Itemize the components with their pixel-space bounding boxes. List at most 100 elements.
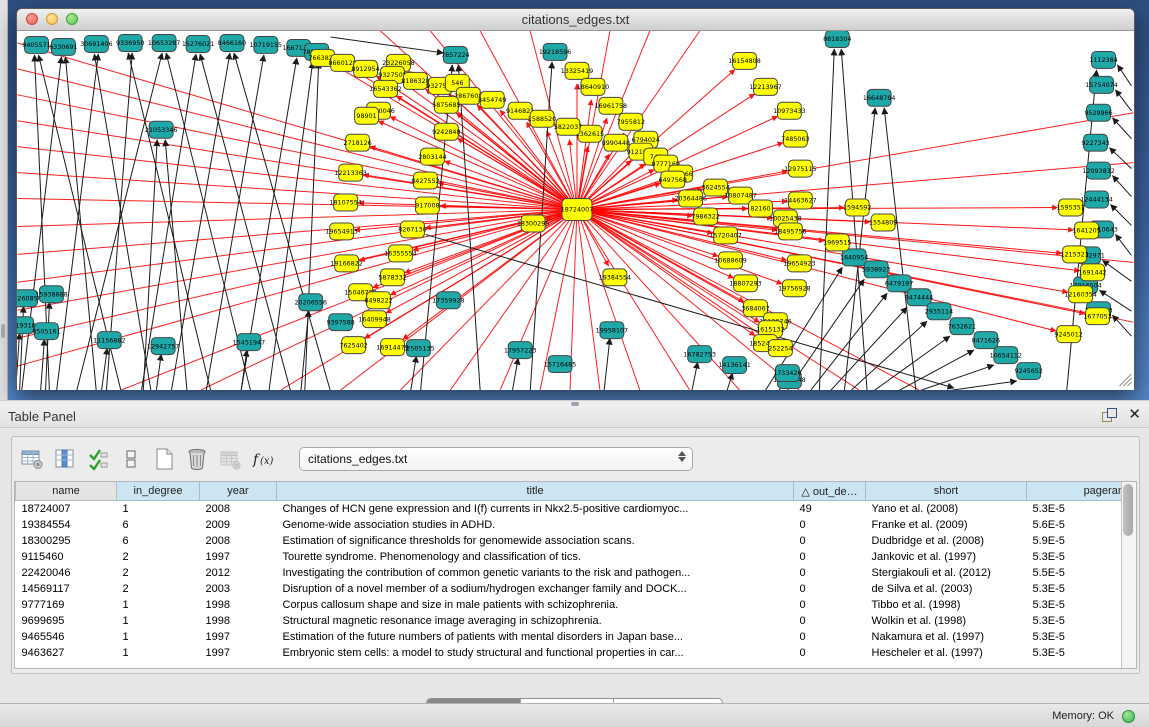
- table-row[interactable]: 1938455462009Genome-wide association stu…: [16, 517, 1122, 533]
- graph-node[interactable]: 8267130: [398, 221, 426, 238]
- graph-node[interactable]: 18724007: [561, 199, 593, 221]
- graph-node[interactable]: 19756928: [778, 280, 810, 297]
- graph-node[interactable]: 1112384: [1089, 51, 1117, 68]
- graph-node[interactable]: 8818304: [823, 31, 851, 47]
- graph-node[interactable]: 5875685: [432, 96, 460, 113]
- graph-node[interactable]: 16782753: [683, 346, 715, 363]
- graph-node[interactable]: 8471626: [972, 332, 1000, 349]
- graph-node[interactable]: 15938888: [35, 286, 67, 303]
- graph-node[interactable]: 5938923: [862, 261, 890, 278]
- graph-node[interactable]: 21053346: [145, 121, 177, 138]
- function-builder-icon[interactable]: f(x): [251, 447, 275, 471]
- graph-node[interactable]: 1733426: [773, 365, 801, 382]
- graph-node[interactable]: 10654112: [990, 347, 1022, 364]
- graph-node[interactable]: 9405571: [22, 36, 50, 53]
- column-header-year[interactable]: year: [200, 482, 277, 501]
- table-row[interactable]: 969969511998Structural magnetic resonanc…: [16, 613, 1122, 629]
- graph-node[interactable]: 19166822: [330, 255, 362, 272]
- graph-node[interactable]: 8912954: [351, 60, 379, 77]
- graph-node[interactable]: 9227343: [1081, 134, 1109, 151]
- graph-node[interactable]: 2718126: [343, 134, 371, 151]
- graph-node[interactable]: 18640910: [577, 78, 609, 95]
- table-row[interactable]: 946362711997Embryonic stem cells: a mode…: [16, 645, 1122, 661]
- graph-node[interactable]: 7857224: [441, 46, 469, 63]
- graph-node[interactable]: 1595351: [1056, 199, 1084, 216]
- graph-node[interactable]: 11156882: [93, 332, 125, 349]
- graph-node[interactable]: 9529966: [1084, 104, 1112, 121]
- float-panel-icon[interactable]: [1102, 408, 1116, 422]
- graph-node[interactable]: 9242848: [432, 123, 460, 140]
- zoom-window-button[interactable]: [66, 13, 78, 25]
- graph-node[interactable]: 98901: [355, 107, 379, 124]
- graph-node[interactable]: 7485063: [781, 130, 809, 147]
- column-header-title[interactable]: title: [277, 482, 794, 501]
- memory-ok-indicator-icon[interactable]: [1122, 710, 1135, 723]
- graph-node[interactable]: 15451947: [233, 334, 265, 351]
- graph-node[interactable]: 2803144: [418, 148, 446, 165]
- graph-node[interactable]: 16961758: [595, 97, 627, 114]
- graph-node[interactable]: 17957223: [504, 342, 536, 359]
- graph-node[interactable]: 9245652: [1015, 363, 1043, 380]
- graph-node[interactable]: 6330691: [49, 38, 77, 55]
- graph-node[interactable]: 12160354: [1064, 286, 1096, 303]
- graph-node[interactable]: 8498222: [364, 292, 392, 309]
- graph-node[interactable]: 8505161: [32, 323, 60, 340]
- graph-node[interactable]: 15716485: [544, 356, 576, 373]
- graph-node[interactable]: 12975115: [784, 160, 816, 177]
- graph-node[interactable]: 9397588: [326, 314, 354, 331]
- graph-node[interactable]: 10973433: [773, 102, 805, 119]
- graph-node[interactable]: 1969515: [823, 234, 851, 251]
- graph-node[interactable]: 20364486: [674, 190, 706, 207]
- graph-node[interactable]: 6497568: [659, 171, 687, 188]
- table-row[interactable]: 1456911722003Disruption of a novel membe…: [16, 581, 1122, 597]
- graph-node[interactable]: 17359928: [432, 292, 464, 309]
- graph-node[interactable]: 18807293: [729, 275, 761, 292]
- graph-node[interactable]: 7625402: [339, 337, 367, 354]
- graph-node[interactable]: 16648784: [863, 89, 895, 106]
- graph-node[interactable]: 16154808: [728, 52, 760, 69]
- graph-node[interactable]: 13325419: [561, 62, 593, 79]
- window-titlebar[interactable]: citations_edges.txt: [17, 9, 1134, 31]
- close-panel-icon[interactable]: ✕: [1128, 408, 1141, 422]
- graph-node[interactable]: 16355554: [384, 245, 416, 262]
- close-window-button[interactable]: [26, 13, 38, 25]
- graph-node[interactable]: 15276021: [182, 35, 214, 52]
- graph-node[interactable]: 14136141: [718, 357, 750, 374]
- graph-node[interactable]: 10688609: [714, 252, 746, 269]
- table-row[interactable]: 911546021997Tourette syndrome. Phenomeno…: [16, 549, 1122, 565]
- row-boxes-icon[interactable]: [119, 447, 143, 471]
- graph-node[interactable]: 9245012: [1054, 326, 1082, 343]
- graph-node[interactable]: 12444134: [1080, 191, 1112, 208]
- graph-node[interactable]: 8454749: [478, 91, 506, 108]
- graph-node[interactable]: 16543362: [369, 80, 401, 97]
- column-header-name[interactable]: name: [16, 482, 117, 501]
- table-row[interactable]: 2242004622012Investigating the contribut…: [16, 565, 1122, 581]
- graph-node[interactable]: 16409948: [358, 311, 390, 328]
- table-row[interactable]: 946554611997Estimation of the future num…: [16, 629, 1122, 645]
- graph-node[interactable]: 5878332: [378, 269, 406, 286]
- graph-node[interactable]: 9336950: [116, 34, 144, 51]
- graph-node[interactable]: 7955812: [617, 113, 645, 130]
- graph-node[interactable]: 12093832: [1082, 162, 1114, 179]
- graph-node[interactable]: 1691442: [1078, 264, 1106, 281]
- graph-node[interactable]: 19384554: [599, 269, 631, 286]
- import-table-disabled-icon[interactable]: [218, 447, 242, 471]
- delete-table-icon[interactable]: [185, 447, 209, 471]
- graph-node[interactable]: 1588520: [528, 110, 556, 127]
- table-row[interactable]: 977716911998Corpus callosum shape and si…: [16, 597, 1122, 613]
- scrollbar-thumb[interactable]: [1123, 484, 1133, 536]
- graph-node[interactable]: 15754074: [1085, 76, 1117, 93]
- column-header-in_degree[interactable]: in_degree: [117, 482, 200, 501]
- panel-collapse-handle[interactable]: [1, 324, 5, 338]
- graph-node[interactable]: 1215323: [1060, 246, 1088, 263]
- graph-node[interactable]: 14463627: [784, 192, 816, 209]
- graph-node[interactable]: 917008: [415, 197, 439, 214]
- graph-node[interactable]: 18495756: [774, 223, 806, 240]
- graph-node[interactable]: 1554809: [869, 214, 897, 231]
- graph-node[interactable]: 7986322: [691, 208, 719, 225]
- table-row[interactable]: 1872400712008Changes of HCN gene express…: [16, 501, 1122, 518]
- graph-node[interactable]: 1594592: [843, 199, 871, 216]
- graph-node[interactable]: 19218596: [539, 43, 571, 60]
- minimize-window-button[interactable]: [46, 13, 58, 25]
- canvas-resize-grip[interactable]: [1119, 374, 1131, 386]
